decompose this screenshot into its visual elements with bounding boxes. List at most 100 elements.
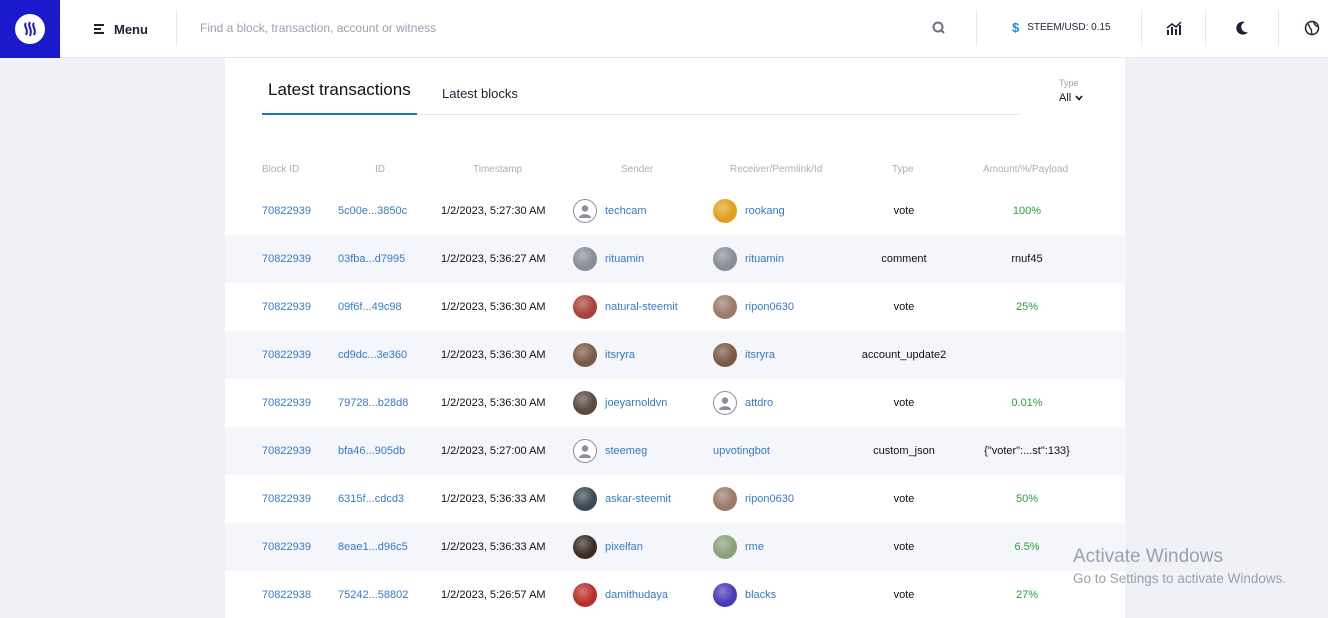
sender-avatar[interactable] bbox=[573, 199, 597, 223]
search-icon[interactable] bbox=[931, 20, 947, 36]
price-ticker: $ STEEM/USD: 0.15 bbox=[1012, 20, 1111, 35]
sender-link[interactable]: pixelfan bbox=[605, 541, 643, 553]
receiver-link[interactable]: attdro bbox=[745, 397, 773, 409]
watermark-title: Activate Windows bbox=[1073, 546, 1223, 567]
block-id-link[interactable]: 70822939 bbox=[262, 427, 311, 475]
receiver-link[interactable]: itsryra bbox=[745, 349, 775, 361]
sender-link[interactable]: askar-steemit bbox=[605, 493, 671, 505]
steem-logo[interactable] bbox=[0, 0, 60, 58]
receiver-link[interactable]: upvotingbot bbox=[713, 445, 770, 457]
amount-payload: 27% bbox=[1015, 589, 1039, 601]
tab-bar: Latest transactions Latest blocks bbox=[262, 80, 1021, 115]
transaction-id-link[interactable]: 03fba...d7995 bbox=[338, 235, 405, 283]
table-row: 70822939 cd9dc...3e360 1/2/2023, 5:36:30 A… bbox=[225, 331, 1125, 379]
table-row: 70822939 8eae1...d96c5 1/2/2023, 5:36:33 A… bbox=[225, 523, 1125, 571]
sender-link[interactable]: joeyarnoldvn bbox=[605, 397, 667, 409]
sender-link[interactable]: techcam bbox=[605, 205, 647, 217]
timestamp: 1/2/2023, 5:36:30 AM bbox=[441, 349, 546, 361]
sender-link[interactable]: itsryra bbox=[605, 349, 635, 361]
receiver-avatar[interactable] bbox=[713, 343, 737, 367]
sender-cell: steemeg bbox=[573, 427, 647, 475]
transactions-table-body: 70822939 5c00e...3850c 1/2/2023, 5:27:30 A… bbox=[225, 187, 1125, 618]
amount-payload: {"voter":...st":133} bbox=[984, 445, 1070, 457]
receiver-avatar[interactable] bbox=[713, 199, 737, 223]
operation-type: vote bbox=[893, 205, 915, 217]
sender-link[interactable]: rituamin bbox=[605, 253, 644, 265]
receiver-cell: rme bbox=[713, 523, 764, 571]
receiver-avatar[interactable] bbox=[713, 295, 737, 319]
globe-icon[interactable] bbox=[1302, 18, 1322, 38]
transaction-id-link[interactable]: 09f6f...49c98 bbox=[338, 283, 402, 331]
block-id-link[interactable]: 70822939 bbox=[262, 379, 311, 427]
receiver-avatar[interactable] bbox=[713, 583, 737, 607]
receiver-avatar[interactable] bbox=[713, 247, 737, 271]
sender-avatar[interactable] bbox=[573, 487, 597, 511]
block-id-link[interactable]: 70822939 bbox=[262, 187, 311, 235]
receiver-link[interactable]: blacks bbox=[745, 589, 776, 601]
operation-type: account_update2 bbox=[861, 349, 947, 361]
receiver-cell: rookang bbox=[713, 187, 785, 235]
block-id-link[interactable]: 70822939 bbox=[262, 523, 311, 571]
table-row: 70822939 5c00e...3850c 1/2/2023, 5:27:30 A… bbox=[225, 187, 1125, 235]
receiver-link[interactable]: rookang bbox=[745, 205, 785, 217]
moon-icon[interactable] bbox=[1232, 18, 1252, 38]
column-header-type: Type bbox=[892, 164, 914, 175]
column-header-timestamp: Timestamp bbox=[473, 164, 523, 175]
amount-payload: 50% bbox=[1015, 493, 1039, 505]
column-header-receiver: Receiver/Permlink/Id bbox=[730, 164, 823, 175]
search-input[interactable] bbox=[200, 14, 920, 42]
type-filter-label: Type bbox=[1059, 78, 1079, 88]
sender-avatar[interactable] bbox=[573, 343, 597, 367]
sender-avatar[interactable] bbox=[573, 247, 597, 271]
receiver-link[interactable]: ripon0630 bbox=[745, 493, 794, 505]
sender-cell: askar-steemit bbox=[573, 475, 671, 523]
sender-avatar[interactable] bbox=[573, 535, 597, 559]
receiver-avatar[interactable] bbox=[713, 391, 737, 415]
sender-avatar[interactable] bbox=[573, 391, 597, 415]
menu-button[interactable]: Menu bbox=[94, 19, 148, 39]
operation-type: custom_json bbox=[873, 445, 935, 457]
block-id-link[interactable]: 70822939 bbox=[262, 235, 311, 283]
divider bbox=[176, 10, 177, 46]
tab-latest-blocks[interactable]: Latest blocks bbox=[442, 86, 518, 101]
timestamp: 1/2/2023, 5:36:30 AM bbox=[441, 397, 546, 409]
transaction-id-link[interactable]: 5c00e...3850c bbox=[338, 187, 407, 235]
column-header-sender: Sender bbox=[621, 164, 654, 175]
receiver-link[interactable]: rme bbox=[745, 541, 764, 553]
amount-payload: rnuf45 bbox=[1011, 253, 1043, 265]
receiver-link[interactable]: rituamin bbox=[745, 253, 784, 265]
receiver-avatar[interactable] bbox=[713, 487, 737, 511]
type-filter-dropdown[interactable]: Type All bbox=[1059, 78, 1083, 104]
transaction-id-link[interactable]: 6315f...cdcd3 bbox=[338, 475, 404, 523]
block-id-link[interactable]: 70822939 bbox=[262, 475, 311, 523]
transaction-id-link[interactable]: cd9dc...3e360 bbox=[338, 331, 407, 379]
divider bbox=[1141, 10, 1142, 46]
transaction-id-link[interactable]: 8eae1...d96c5 bbox=[338, 523, 408, 571]
sender-link[interactable]: natural-steemit bbox=[605, 301, 678, 313]
block-id-link[interactable]: 70822939 bbox=[262, 283, 311, 331]
block-id-link[interactable]: 70822939 bbox=[262, 331, 311, 379]
transaction-id-link[interactable]: 79728...b28d8 bbox=[338, 379, 408, 427]
receiver-avatar[interactable] bbox=[713, 535, 737, 559]
sender-avatar[interactable] bbox=[573, 583, 597, 607]
sender-avatar[interactable] bbox=[573, 439, 597, 463]
transaction-id-link[interactable]: 75242...58802 bbox=[338, 571, 408, 618]
receiver-link[interactable]: ripon0630 bbox=[745, 301, 794, 313]
timestamp: 1/2/2023, 5:27:00 AM bbox=[441, 445, 546, 457]
table-row: 70822939 03fba...d7995 1/2/2023, 5:36:27 A… bbox=[225, 235, 1125, 283]
tab-latest-transactions[interactable]: Latest transactions bbox=[262, 80, 417, 115]
amount-payload bbox=[967, 331, 1087, 379]
sender-link[interactable]: steemeg bbox=[605, 445, 647, 457]
chart-icon[interactable] bbox=[1164, 18, 1184, 38]
receiver-cell: itsryra bbox=[713, 331, 775, 379]
sender-link[interactable]: damithudaya bbox=[605, 589, 668, 601]
amount-payload: 100% bbox=[1012, 205, 1042, 217]
block-id-link[interactable]: 70822938 bbox=[262, 571, 311, 618]
timestamp: 1/2/2023, 5:26:57 AM bbox=[441, 589, 546, 601]
sender-avatar[interactable] bbox=[573, 295, 597, 319]
sender-cell: rituamin bbox=[573, 235, 644, 283]
sender-cell: itsryra bbox=[573, 331, 635, 379]
watermark-subtitle: Go to Settings to activate Windows. bbox=[1073, 571, 1287, 586]
transaction-id-link[interactable]: bfa46...905db bbox=[338, 427, 405, 475]
receiver-cell: ripon0630 bbox=[713, 283, 794, 331]
